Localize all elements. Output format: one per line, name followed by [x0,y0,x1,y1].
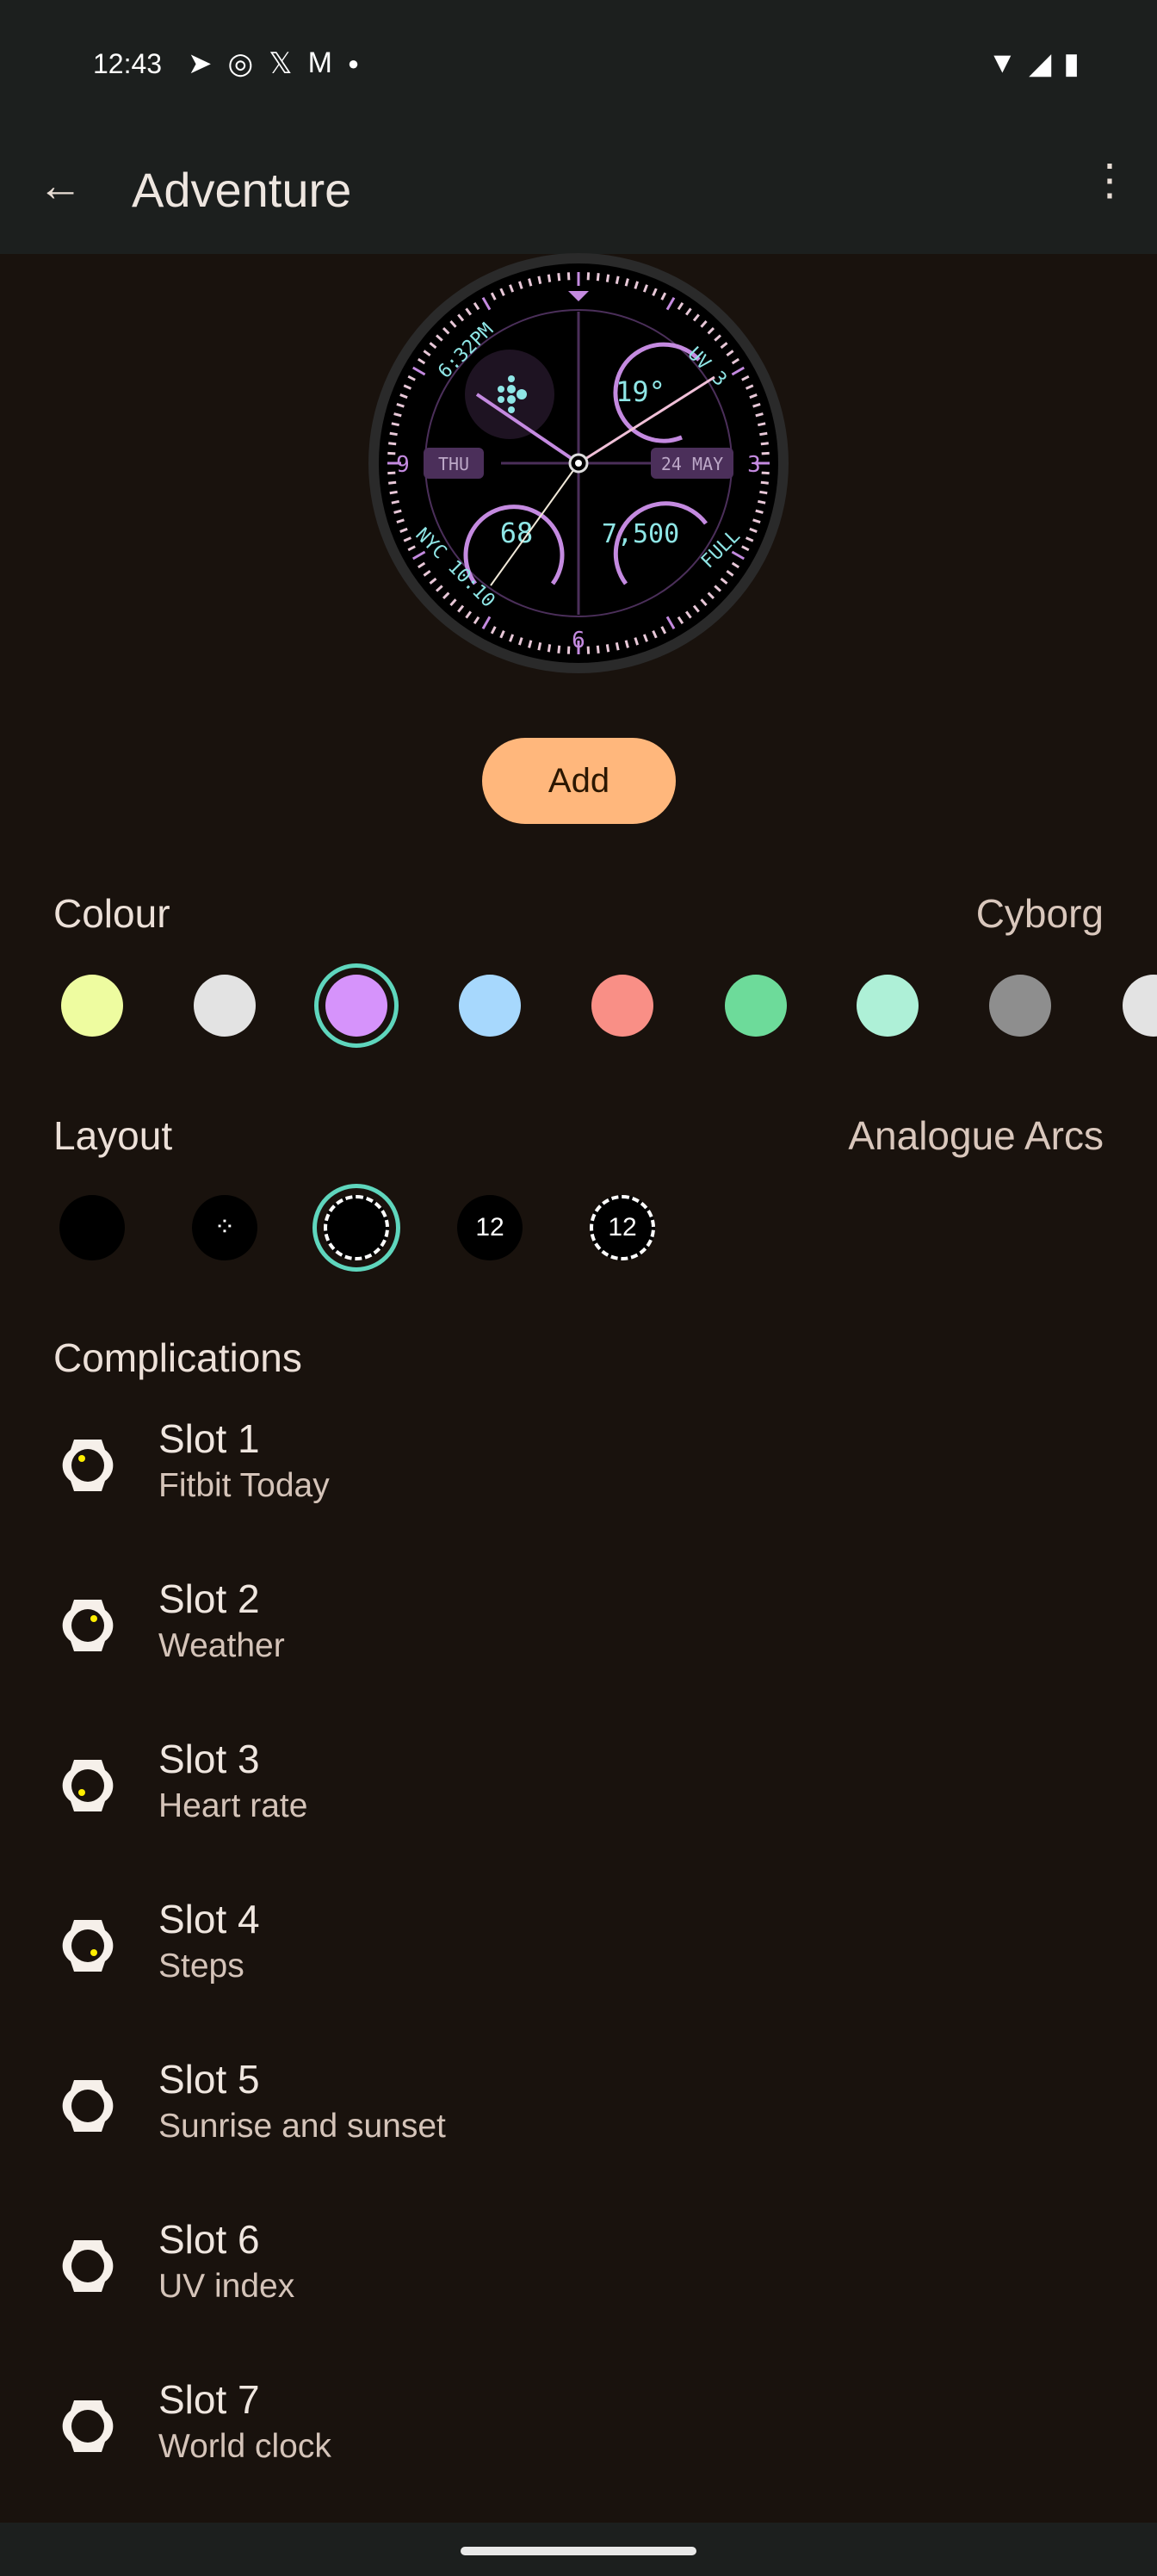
battery-charging-icon: ▮ [1063,47,1080,80]
layout-label: Layout [53,1113,173,1158]
tick [388,442,397,446]
tick [615,642,620,651]
slot-title: Slot 6 [158,2217,260,2262]
day-label: THU [438,454,469,474]
page-title: Adventure [132,163,352,217]
tick [547,274,552,282]
colour-swatch[interactable] [459,975,521,1037]
date-label: 24 MAY [661,454,723,474]
dot-icon: ● [347,53,360,74]
layout-option-12-arcs[interactable]: 12 [590,1195,655,1260]
tick [391,422,399,427]
slot-value: UV index [158,2268,295,2305]
colour-swatch[interactable] [591,975,653,1037]
add-button[interactable]: Add [482,738,676,824]
tick [388,480,397,485]
slot-value: Steps [158,1947,244,1985]
slot-title: Slot 7 [158,2377,260,2422]
watch-slot-icon [62,2240,114,2292]
app-bar: ← Adventure ⋮ [0,121,1157,254]
layout-option-dots[interactable]: ⁘ [192,1195,257,1260]
slot-value: Heart rate [158,1787,308,1824]
wifi-icon: ▼ [987,46,1018,79]
clock: 12:43 [93,48,163,79]
slot-title: Slot 1 [158,1416,260,1461]
numeral-6: 6 [572,628,585,653]
colour-swatch[interactable] [1123,975,1157,1037]
complications-label: Complications [53,1335,302,1380]
tick [537,642,542,651]
slot-title: Slot 3 [158,1737,260,1781]
whatsapp-icon: ◎ [227,47,254,80]
tick [760,442,769,446]
colour-swatch[interactable] [61,975,123,1037]
numeral-3: 3 [747,452,761,478]
steps-value: 7,500 [602,519,679,549]
complication-slot[interactable]: Slot 1 Fitbit Today [0,1415,1157,1576]
watch-slot-icon [62,1600,114,1651]
complication-slot[interactable]: Slot 6 UV index [0,2216,1157,2376]
gesture-handle[interactable] [461,2547,696,2555]
layout-value: Analogue Arcs [848,1113,1104,1158]
complication-slot[interactable]: Slot 7 World clock [0,2376,1157,2536]
colour-value: Cyborg [975,891,1104,936]
tick [605,644,610,653]
watch-face-preview: 19° 68 7,500 THU 24 MAY 9 3 6 6:32PM UV … [368,253,789,673]
colour-label: Colour [53,891,170,936]
tick [596,273,600,282]
colour-swatch[interactable] [725,975,787,1037]
tick [758,422,766,427]
tick [537,276,542,284]
tick [547,644,552,653]
tick [758,499,766,505]
slot-title: Slot 2 [158,1576,260,1621]
notification-icons: ➤ ◎ 𝕏 M ● [188,46,359,81]
slot-value: Weather [158,1627,285,1664]
layout-option-12[interactable]: 12 [457,1195,523,1260]
complication-slot[interactable]: Slot 4 Steps [0,1896,1157,2056]
tick [759,431,768,437]
slot-title: Slot 5 [158,2057,260,2102]
tick [557,273,561,282]
colour-swatch[interactable] [989,975,1051,1037]
slot-value: Sunrise and sunset [158,2108,446,2145]
colour-swatch[interactable] [857,975,919,1037]
layout-option-ticks[interactable] [59,1195,125,1260]
complication-slot[interactable]: Slot 2 Weather [0,1576,1157,1736]
watch-slot-icon [62,1760,114,1811]
complication-slot[interactable]: Slot 3 Heart rate [0,1736,1157,1896]
tick [605,274,610,282]
signal-icon: ◢ [1029,47,1052,80]
complication-slot[interactable]: Slot 5 Sunrise and sunset [0,2056,1157,2216]
numeral-9: 9 [396,452,410,478]
watch-slot-icon [62,1920,114,1972]
watch-slot-icon [62,2080,114,2132]
gmail-icon: M [307,46,332,79]
tick [557,645,561,653]
colour-swatch[interactable] [194,975,256,1037]
more-options-icon[interactable]: ⋮ [1088,155,1131,205]
tick [615,276,620,284]
colour-swatch[interactable] [314,963,399,1048]
layout-option-analogue-arcs[interactable] [312,1184,400,1272]
status-bar: 12:43 ➤ ◎ 𝕏 M ● ▼ ◢ ▮ [0,0,1157,121]
slot-value: World clock [158,2428,331,2465]
tick [391,499,399,505]
tick [760,480,769,485]
weather-value: 19° [616,375,665,408]
watch-slot-icon [62,1440,114,1491]
telegram-icon: ➤ [188,47,213,80]
tick [389,431,398,437]
x-icon: 𝕏 [269,47,293,80]
watch-slot-icon [62,2400,114,2452]
tick [596,645,600,653]
slot-value: Fitbit Today [158,1467,330,1504]
back-arrow-icon[interactable]: ← [38,160,83,212]
slot-title: Slot 4 [158,1897,260,1941]
